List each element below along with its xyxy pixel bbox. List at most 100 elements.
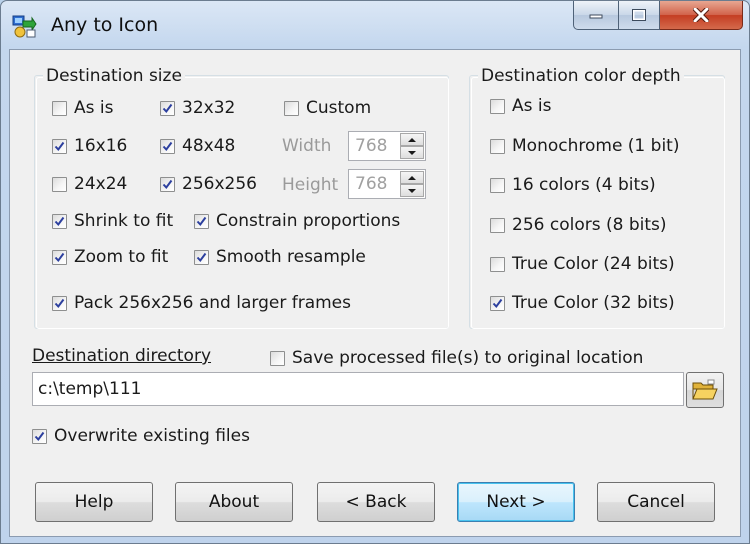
- checkbox-label: Shrink to fit: [74, 211, 174, 231]
- checkbox-16-colors[interactable]: 16 colors (4 bits): [490, 175, 656, 195]
- checkbox-constrain-proportions[interactable]: Constrain proportions: [194, 211, 400, 231]
- checkbox-save-original-location[interactable]: Save processed file(s) to original locat…: [270, 348, 643, 368]
- checkbox-box: [490, 98, 505, 114]
- checkbox-label: 16x16: [74, 136, 128, 156]
- checkbox-label: 256 colors (8 bits): [512, 215, 667, 235]
- dialog-client-area: Destination size Destination color depth…: [9, 49, 741, 537]
- checkbox-box: [52, 295, 67, 311]
- width-up-arrow[interactable]: [400, 133, 424, 146]
- up-arrow-icon: [408, 175, 416, 180]
- height-down-arrow[interactable]: [400, 184, 424, 197]
- check-mark-icon: [54, 216, 65, 226]
- about-button[interactable]: About: [175, 482, 293, 522]
- minimize-button[interactable]: [573, 1, 619, 30]
- checkbox-monochrome[interactable]: Monochrome (1 bit): [490, 136, 679, 156]
- height-label: Height: [282, 175, 339, 195]
- checkbox-box: [52, 176, 67, 192]
- close-icon: [693, 8, 709, 22]
- check-mark-icon: [54, 298, 65, 308]
- checkbox-custom[interactable]: Custom: [284, 98, 371, 118]
- height-value: 768: [355, 174, 388, 194]
- checkbox-label: Pack 256x256 and larger frames: [74, 293, 351, 313]
- checkbox-24x24[interactable]: 24x24: [52, 174, 127, 194]
- help-button[interactable]: Help: [35, 482, 153, 522]
- caption-buttons: [573, 1, 743, 31]
- checkbox-as-is-color[interactable]: As is: [490, 96, 551, 116]
- checkbox-box: [160, 138, 175, 154]
- check-mark-icon: [196, 252, 207, 262]
- checkbox-32x32[interactable]: 32x32: [160, 98, 235, 118]
- checkbox-smooth-resample[interactable]: Smooth resample: [194, 247, 366, 267]
- checkbox-label: Smooth resample: [216, 247, 366, 267]
- title-bar[interactable]: Any to Icon: [1, 1, 749, 49]
- checkbox-label: As is: [74, 98, 114, 118]
- browse-folder-button[interactable]: [686, 372, 724, 408]
- checkbox-label: Custom: [306, 98, 372, 118]
- width-label: Width: [282, 136, 332, 156]
- checkbox-true-color-24[interactable]: True Color (24 bits): [490, 254, 675, 274]
- up-arrow-icon: [408, 137, 416, 142]
- destination-size-legend: Destination size: [43, 66, 185, 86]
- width-spinner[interactable]: 768: [348, 131, 426, 161]
- checkbox-true-color-32[interactable]: True Color (32 bits): [490, 293, 675, 313]
- checkbox-box: [490, 138, 505, 154]
- checkbox-box: [490, 177, 505, 193]
- close-button[interactable]: [660, 1, 743, 30]
- check-mark-icon: [34, 431, 45, 441]
- width-down-arrow[interactable]: [400, 146, 424, 159]
- checkbox-box: [194, 213, 209, 229]
- checkbox-label: As is: [512, 96, 552, 116]
- width-spinner-arrows: [400, 133, 424, 159]
- checkbox-box: [52, 213, 67, 229]
- window-title: Any to Icon: [51, 14, 159, 36]
- checkbox-shrink-to-fit[interactable]: Shrink to fit: [52, 211, 173, 231]
- checkbox-box: [490, 295, 505, 311]
- checkbox-48x48[interactable]: 48x48: [160, 136, 235, 156]
- next-button[interactable]: Next >: [457, 482, 575, 522]
- checkbox-zoom-to-fit[interactable]: Zoom to fit: [52, 247, 168, 267]
- height-up-arrow[interactable]: [400, 171, 424, 184]
- check-mark-icon: [54, 141, 65, 151]
- folder-open-icon: [692, 379, 718, 400]
- check-mark-icon: [162, 179, 173, 189]
- destination-directory-label: Destination directory: [32, 346, 212, 366]
- down-arrow-icon: [408, 188, 416, 193]
- checkbox-box: [52, 100, 67, 116]
- height-spinner[interactable]: 768: [348, 169, 426, 199]
- checkbox-box: [52, 249, 67, 265]
- checkbox-label: 16 colors (4 bits): [512, 175, 656, 195]
- maximize-icon: [632, 9, 646, 21]
- checkbox-box: [490, 217, 505, 233]
- check-mark-icon: [492, 298, 503, 308]
- checkbox-box: [194, 249, 209, 265]
- app-window: Any to Icon Destination size Destination…: [0, 0, 750, 544]
- check-mark-icon: [54, 252, 65, 262]
- checkbox-label: 24x24: [74, 174, 128, 194]
- checkbox-label: Zoom to fit: [74, 247, 169, 267]
- app-icon: [12, 15, 37, 38]
- checkbox-box: [284, 100, 299, 116]
- checkbox-box: [52, 138, 67, 154]
- check-mark-icon: [162, 103, 173, 113]
- checkbox-as-is-size[interactable]: As is: [52, 98, 113, 118]
- down-arrow-icon: [408, 150, 416, 155]
- check-mark-icon: [162, 141, 173, 151]
- cancel-button[interactable]: Cancel: [597, 482, 715, 522]
- checkbox-box: [32, 428, 47, 444]
- checkbox-16x16[interactable]: 16x16: [52, 136, 127, 156]
- minimize-icon: [589, 14, 603, 19]
- checkbox-256x256[interactable]: 256x256: [160, 174, 257, 194]
- checkbox-label: 256x256: [182, 174, 257, 194]
- checkbox-box: [160, 100, 175, 116]
- maximize-button[interactable]: [619, 1, 660, 30]
- checkbox-label: Constrain proportions: [216, 211, 401, 231]
- checkbox-pack-large-frames[interactable]: Pack 256x256 and larger frames: [52, 293, 351, 313]
- checkbox-256-colors[interactable]: 256 colors (8 bits): [490, 215, 667, 235]
- checkbox-label: Monochrome (1 bit): [512, 136, 680, 156]
- checkbox-overwrite-existing[interactable]: Overwrite existing files: [32, 426, 250, 446]
- color-depth-legend: Destination color depth: [478, 66, 684, 86]
- checkbox-label: 48x48: [182, 136, 236, 156]
- back-button[interactable]: < Back: [317, 482, 435, 522]
- checkbox-label: Overwrite existing files: [54, 426, 250, 446]
- destination-directory-input[interactable]: c:\temp\111: [32, 372, 684, 406]
